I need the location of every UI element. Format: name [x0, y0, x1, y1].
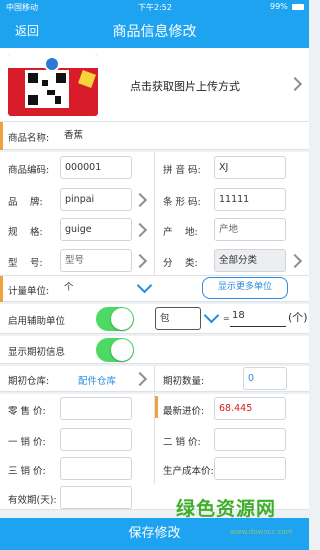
aux-unit-label: 启用辅助单位	[8, 316, 66, 327]
ratio-underline	[230, 326, 286, 327]
product-image[interactable]	[8, 54, 98, 116]
product-name-input[interactable]: 香蕉	[60, 125, 260, 148]
warehouse-row: 期初仓库: 配件仓库 期初数量: 0	[0, 366, 309, 392]
chevron-right-icon[interactable]	[132, 371, 148, 387]
chevron-right-icon[interactable]	[132, 222, 148, 238]
detail-section: 商品编码: 000001 拼 音 码: XJ 品 牌: pinpai 条 形 码…	[0, 152, 309, 276]
navigation-bar: 返回 商品信息修改	[0, 14, 309, 48]
aux-unit-input[interactable]: 包	[155, 307, 201, 330]
pinyin-label: 拼 音 码:	[163, 165, 201, 176]
divider	[154, 152, 155, 276]
show-more-units-button[interactable]: 显示更多单位	[202, 277, 288, 299]
price2-label: 二 销 价:	[163, 437, 201, 448]
price3-input[interactable]	[60, 457, 132, 480]
aux-unit-row: 启用辅助单位 包 = 18 (个)	[0, 304, 309, 334]
price2-input[interactable]	[214, 428, 286, 451]
model-label: 型 号:	[8, 258, 43, 269]
category-select[interactable]: 全部分类	[214, 249, 286, 272]
photo-upload-row[interactable]: 点击获取图片上传方式	[0, 48, 309, 122]
qr-code-icon	[25, 70, 69, 108]
unit-value[interactable]: 个	[60, 277, 100, 300]
page-title: 商品信息修改	[112, 24, 197, 40]
badge-icon	[78, 70, 96, 88]
price-section: 零 售 价: 最新进价: 68.445 一 销 价: 二 销 价: 三 销 价:…	[0, 394, 309, 510]
cost-price-input[interactable]	[214, 457, 286, 480]
initial-info-label: 显示期初信息	[8, 347, 66, 358]
latest-price-input[interactable]: 68.445	[214, 397, 286, 420]
brand-label: 品 牌:	[8, 197, 43, 208]
expiry-label: 有效期(天):	[8, 495, 57, 506]
divider	[154, 366, 155, 392]
retail-price-label: 零 售 价:	[8, 406, 46, 417]
barcode-input[interactable]: 11111	[214, 188, 286, 211]
price3-label: 三 销 价:	[8, 466, 46, 477]
photo-upload-hint: 点击获取图片上传方式	[130, 80, 240, 93]
product-name-label: 商品名称:	[8, 133, 50, 144]
unit-row: 计量单位: 个 显示更多单位	[0, 276, 309, 302]
initial-qty-label: 期初数量:	[163, 376, 205, 387]
cost-price-label: 生产成本价:	[163, 466, 214, 477]
code-input[interactable]: 000001	[60, 156, 132, 179]
status-bar: 中国移动 下午2:52 99%	[0, 0, 309, 14]
model-input[interactable]: 型号	[60, 249, 132, 272]
warehouse-value[interactable]: 配件仓库	[78, 373, 116, 387]
watermark-logo: 绿色资源网	[176, 498, 277, 520]
product-name-row: 商品名称: 香蕉	[0, 122, 309, 150]
barcode-label: 条 形 码:	[163, 197, 201, 208]
chevron-down-icon[interactable]	[136, 277, 153, 294]
chevron-right-icon[interactable]	[132, 192, 148, 208]
spec-input[interactable]: guige	[60, 218, 132, 241]
unit-label: 计量单位:	[8, 286, 50, 297]
required-marker	[0, 122, 3, 150]
aux-ratio-input[interactable]: 18	[232, 310, 245, 321]
latest-price-label: 最新进价:	[163, 406, 205, 417]
origin-input[interactable]: 产地	[214, 218, 286, 241]
price1-input[interactable]	[60, 428, 132, 451]
battery-level: 99%	[270, 2, 288, 11]
carrier-label: 中国移动	[6, 3, 38, 12]
pinyin-input[interactable]: XJ	[214, 156, 286, 179]
origin-label: 产 地:	[163, 227, 198, 238]
code-label: 商品编码:	[8, 165, 50, 176]
warehouse-label: 期初仓库:	[8, 376, 50, 387]
expiry-input[interactable]	[60, 486, 132, 509]
chevron-right-icon[interactable]	[287, 253, 303, 269]
aux-unit-toggle[interactable]	[96, 307, 134, 331]
chevron-right-icon[interactable]	[287, 76, 303, 92]
equals-sign: =	[223, 314, 230, 323]
category-label: 分 类:	[163, 258, 198, 269]
aux-unit-suffix: (个)	[288, 311, 308, 324]
brand-input[interactable]: pinpai	[60, 188, 132, 211]
initial-info-toggle[interactable]	[96, 338, 134, 362]
chevron-right-icon[interactable]	[132, 253, 148, 269]
required-marker	[0, 276, 3, 302]
highlight-marker	[155, 396, 158, 418]
initial-qty-input[interactable]: 0	[243, 367, 287, 390]
battery-icon	[292, 4, 304, 10]
retail-price-input[interactable]	[60, 397, 132, 420]
status-time: 下午2:52	[138, 3, 172, 12]
chevron-down-icon[interactable]	[203, 307, 220, 324]
price1-label: 一 销 价:	[8, 437, 46, 448]
spec-label: 规 格:	[8, 227, 43, 238]
watermark-url: www.downcc.com	[230, 528, 293, 536]
initial-info-row: 显示期初信息	[0, 336, 309, 364]
